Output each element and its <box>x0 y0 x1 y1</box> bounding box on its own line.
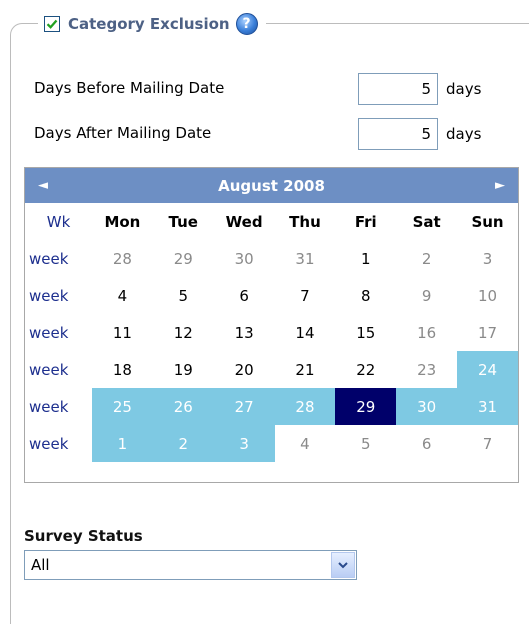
calendar-day[interactable]: 9 <box>396 277 457 314</box>
chevron-down-icon <box>338 561 348 568</box>
calendar-day[interactable]: 12 <box>153 314 214 351</box>
calendar-day[interactable]: 8 <box>335 277 396 314</box>
calendar-week-row: week 4 5 6 7 8 9 10 <box>25 277 518 314</box>
calendar-day[interactable]: 11 <box>92 314 153 351</box>
calendar-day[interactable]: 3 <box>457 240 518 277</box>
calendar-day[interactable]: 29 <box>153 240 214 277</box>
day-header-row: Wk Mon Tue Wed Thu Fri Sat Sun <box>25 203 518 240</box>
category-exclusion-checkbox[interactable] <box>44 16 60 32</box>
calendar-day[interactable]: 4 <box>92 277 153 314</box>
checkmark-icon <box>46 19 58 29</box>
calendar-day[interactable]: 25 <box>92 388 153 425</box>
calendar-grid: Wk Mon Tue Wed Thu Fri Sat Sun week 28 29 3… <box>25 203 518 462</box>
day-header: Sat <box>412 212 441 231</box>
days-before-label: Days Before Mailing Date <box>34 79 225 97</box>
days-before-unit: days <box>446 80 482 98</box>
day-header: Tue <box>168 212 198 231</box>
calendar-day[interactable]: 6 <box>396 425 457 462</box>
section-legend: Category Exclusion ? <box>38 9 266 39</box>
calendar-day[interactable]: 6 <box>214 277 275 314</box>
day-header: Fri <box>354 212 377 231</box>
calendar-day[interactable]: 24 <box>457 351 518 388</box>
calendar-day[interactable]: 16 <box>396 314 457 351</box>
calendar-day[interactable]: 31 <box>457 388 518 425</box>
calendar-day[interactable]: 2 <box>396 240 457 277</box>
calendar-header: ◄ August 2008 ► <box>25 168 518 203</box>
calendar-day[interactable]: 5 <box>335 425 396 462</box>
calendar-week-row: week 11 12 13 14 15 16 17 <box>25 314 518 351</box>
calendar-day[interactable]: 26 <box>152 388 214 425</box>
help-icon[interactable]: ? <box>235 13 258 35</box>
day-header: Thu <box>289 212 321 231</box>
calendar-day[interactable]: 23 <box>396 351 457 388</box>
calendar-day[interactable]: 20 <box>214 351 275 388</box>
survey-status-label: Survey Status <box>24 527 143 545</box>
calendar-day[interactable]: 13 <box>214 314 275 351</box>
calendar-day[interactable]: 30 <box>214 240 275 277</box>
day-header: Wed <box>225 212 263 231</box>
calendar-day[interactable]: 21 <box>275 351 336 388</box>
calendar-week-row: week 1 2 3 4 5 6 7 <box>25 425 518 462</box>
days-before-input[interactable] <box>358 73 438 105</box>
week-select-link[interactable]: week <box>25 388 92 425</box>
calendar-day[interactable]: 29 <box>335 388 397 425</box>
calendar-day[interactable]: 1 <box>92 425 153 462</box>
calendar-day[interactable]: 19 <box>153 351 214 388</box>
calendar-day[interactable]: 30 <box>396 388 458 425</box>
calendar-day[interactable]: 4 <box>275 425 336 462</box>
days-after-unit: days <box>446 125 482 143</box>
calendar-day[interactable]: 1 <box>335 240 396 277</box>
calendar-day[interactable]: 7 <box>457 425 518 462</box>
week-select-link[interactable]: week <box>25 425 92 462</box>
calendar-day[interactable]: 15 <box>335 314 396 351</box>
calendar-day[interactable]: 28 <box>274 388 336 425</box>
prev-month-icon[interactable]: ◄ <box>33 178 53 193</box>
days-after-input[interactable] <box>358 118 438 150</box>
calendar-day[interactable]: 14 <box>275 314 336 351</box>
day-header: Sun <box>471 212 504 231</box>
week-select-link[interactable]: week <box>25 351 92 388</box>
calendar-week-row: week 25 26 27 28 29 30 31 <box>25 388 518 425</box>
section-title: Category Exclusion <box>68 15 230 33</box>
week-select-link[interactable]: week <box>25 277 92 314</box>
calendar-day[interactable]: 22 <box>335 351 396 388</box>
calendar-day[interactable]: 3 <box>213 425 275 462</box>
survey-status-select[interactable]: All <box>24 550 357 580</box>
calendar-day[interactable]: 17 <box>457 314 518 351</box>
days-after-label: Days After Mailing Date <box>34 124 212 142</box>
dropdown-arrow-button[interactable] <box>331 552 355 578</box>
week-column-header: Wk <box>46 212 71 231</box>
next-month-icon[interactable]: ► <box>490 178 510 193</box>
calendar-day[interactable]: 10 <box>457 277 518 314</box>
calendar-week-row: week 28 29 30 31 1 2 3 <box>25 240 518 277</box>
calendar-day[interactable]: 27 <box>213 388 275 425</box>
day-header: Mon <box>104 212 141 231</box>
calendar: ◄ August 2008 ► Wk Mon Tue Wed Thu Fri S… <box>24 167 519 483</box>
calendar-day[interactable]: 7 <box>275 277 336 314</box>
calendar-day[interactable]: 18 <box>92 351 153 388</box>
calendar-day[interactable]: 2 <box>152 425 214 462</box>
survey-status-value: All <box>31 556 50 574</box>
calendar-day[interactable]: 5 <box>153 277 214 314</box>
week-select-link[interactable]: week <box>25 314 92 351</box>
calendar-day[interactable]: 28 <box>92 240 153 277</box>
calendar-day[interactable]: 31 <box>275 240 336 277</box>
calendar-week-row: week 18 19 20 21 22 23 24 <box>25 351 518 388</box>
calendar-month-title: August 2008 <box>218 176 325 195</box>
week-select-link[interactable]: week <box>25 240 92 277</box>
